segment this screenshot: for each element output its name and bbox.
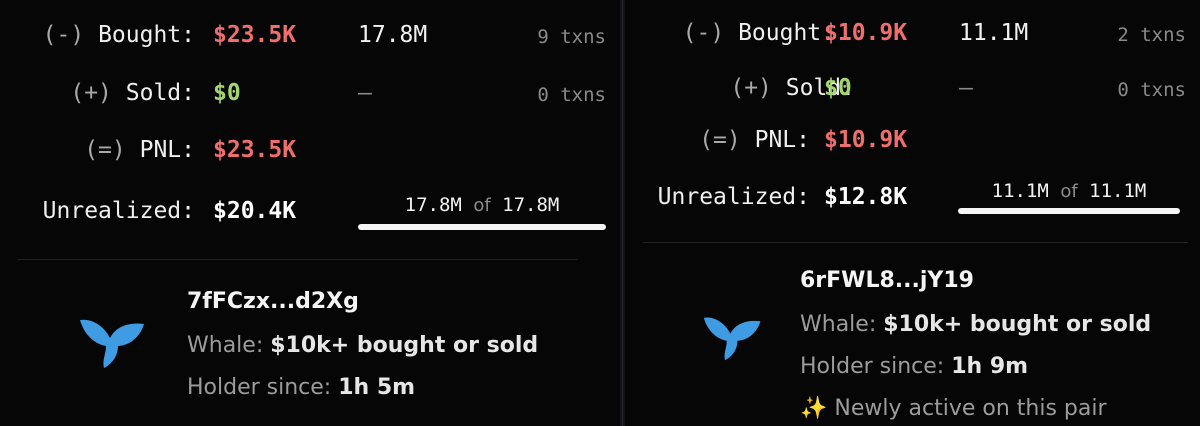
sold-amount: –	[358, 80, 372, 106]
holder-info: 7fFCzx...d2Xg Whale: $10k+ bought or sol…	[187, 287, 538, 415]
bought-label: (-) Bought:	[42, 22, 195, 48]
section-divider	[18, 259, 578, 260]
bought-value: $10.9K	[824, 20, 908, 46]
pnl-label: (=) PNL:	[84, 137, 195, 163]
pnl-label: (=) PNL:	[699, 127, 810, 153]
unrealized-value: $20.4K	[213, 198, 297, 224]
holding-progress-label: 17.8M of 17.8M	[404, 194, 560, 216]
whale-tail-icon	[78, 316, 148, 376]
sold-value: $0	[824, 75, 852, 101]
holding-progress-bar	[358, 224, 606, 230]
holder-info: 6rFWL8...jY19 Whale: $10k+ bought or sol…	[800, 266, 1151, 426]
holder-since: Holder since: 1h 9m	[800, 354, 1029, 379]
bought-txn-count: 9 txns	[537, 26, 606, 48]
bought-label: (-) Bought:	[682, 20, 835, 46]
sold-amount: –	[959, 75, 973, 101]
whale-tail-icon	[702, 314, 764, 368]
unrealized-label: Unrealized:	[42, 198, 195, 224]
pnl-value: $10.9K	[824, 127, 908, 153]
sparkles-icon: ✨	[800, 396, 828, 421]
section-divider	[643, 242, 1188, 243]
pnl-panel-left: (-) Bought: $23.5K 17.8M 9 txns (+) Sold…	[0, 0, 620, 426]
unrealized-label: Unrealized:	[657, 184, 810, 210]
newly-active-notice: ✨ Newly active on this pair	[800, 396, 1107, 421]
wallet-address-link[interactable]: 7fFCzx...d2Xg	[187, 287, 538, 331]
wallet-address-link[interactable]: 6rFWL8...jY19	[800, 266, 1151, 310]
bought-txn-count: 2 txns	[1117, 24, 1186, 46]
unrealized-value: $12.8K	[824, 184, 908, 210]
pnl-panel-right: (-) Bought: $10.9K 11.1M 2 txns (+) Sold…	[625, 0, 1200, 426]
holding-progress-bar	[958, 208, 1180, 214]
sold-txn-count: 0 txns	[537, 84, 606, 106]
bought-amount: 11.1M	[959, 20, 1029, 46]
bought-value: $23.5K	[213, 22, 297, 48]
sold-txn-count: 0 txns	[1117, 79, 1186, 101]
whale-status: Whale: $10k+ bought or sold	[800, 312, 1152, 337]
holding-progress-label: 11.1M of 11.1M	[991, 180, 1147, 202]
holder-since: Holder since: 1h 5m	[187, 375, 416, 400]
whale-status: Whale: $10k+ bought or sold	[187, 333, 539, 358]
sold-label: (+) Sold:	[70, 80, 195, 106]
sold-value: $0	[213, 80, 241, 106]
pnl-value: $23.5K	[213, 137, 297, 163]
bought-amount: 17.8M	[358, 22, 428, 48]
